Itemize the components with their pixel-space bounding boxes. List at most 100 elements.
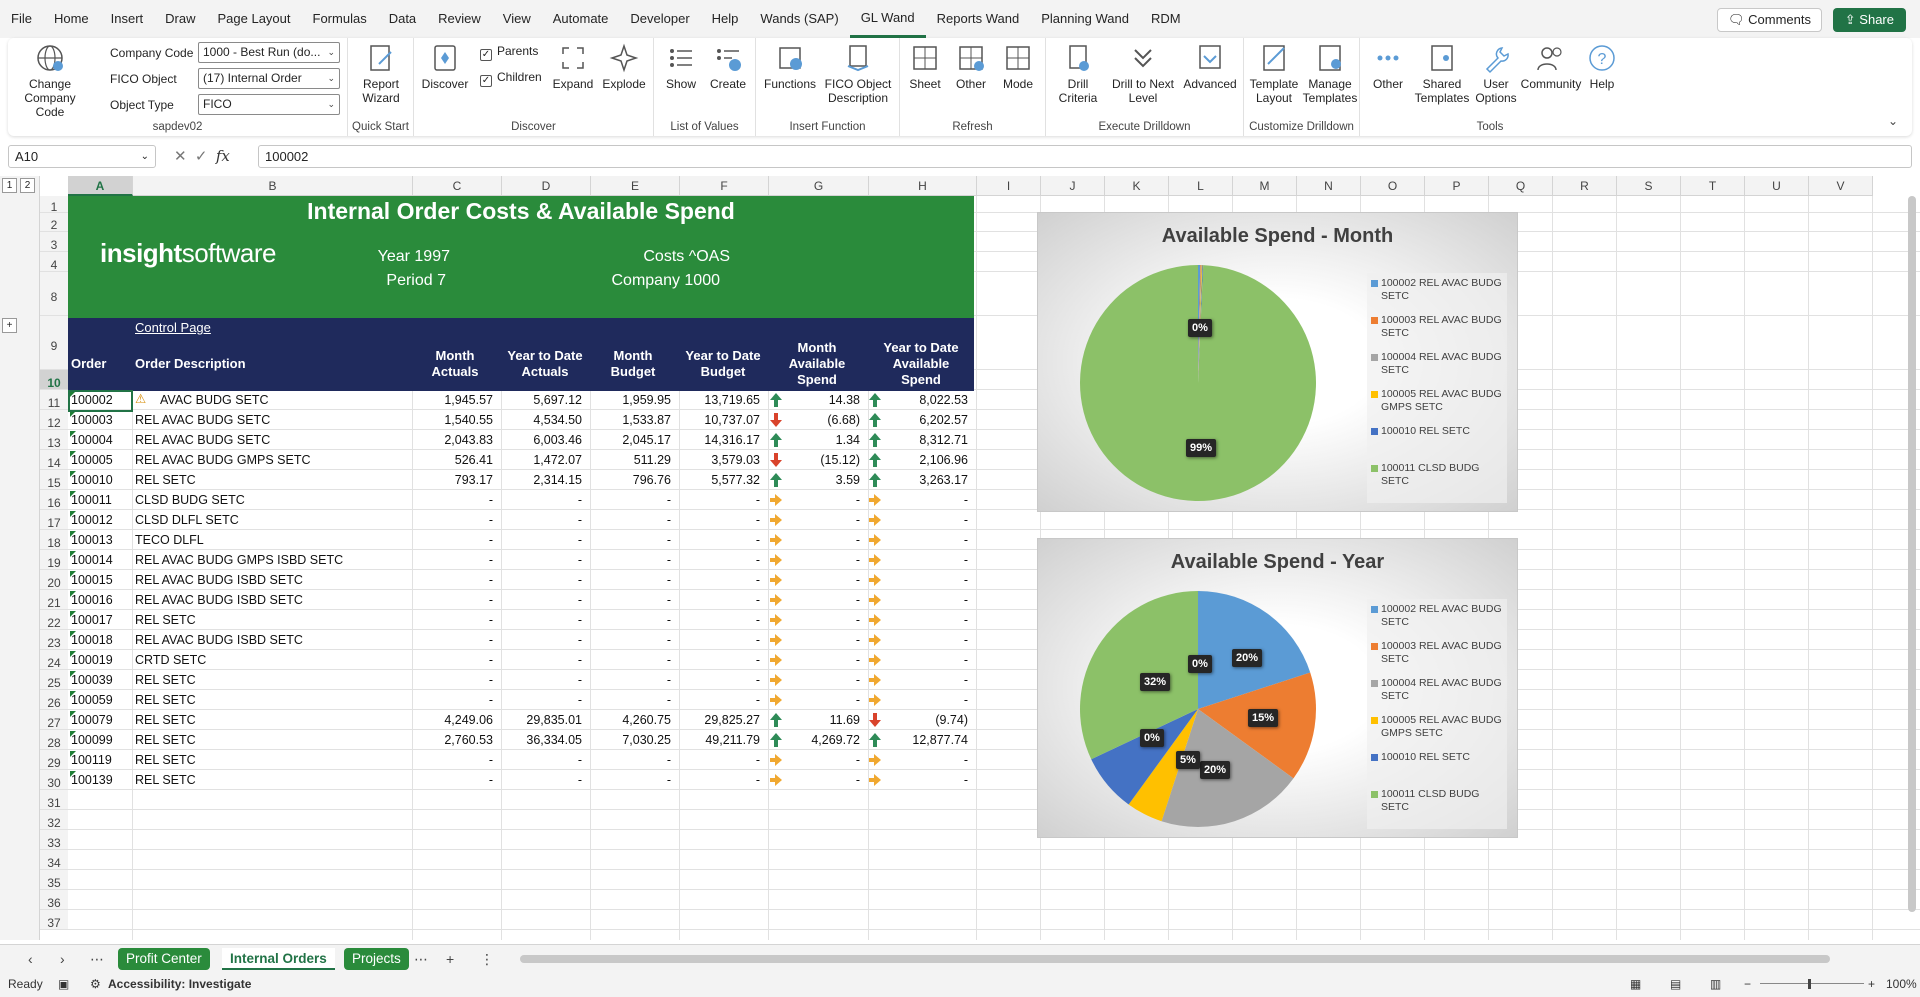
row-header-22[interactable]: 22 — [40, 610, 68, 630]
row-header-35[interactable]: 35 — [40, 870, 68, 890]
pie-slice[interactable] — [1080, 265, 1316, 501]
name-box[interactable]: A10 ⌄ — [8, 145, 156, 168]
row-header-21[interactable]: 21 — [40, 590, 68, 610]
zoom-thumb[interactable] — [1808, 979, 1811, 989]
menu-file[interactable]: File — [0, 0, 43, 38]
company-code-select[interactable]: 1000 - Best Run (do... ⌄ — [198, 42, 340, 63]
advanced-drill-button[interactable]: Advanced — [1178, 42, 1242, 91]
horizontal-scrollbar[interactable] — [520, 955, 1830, 963]
menu-help[interactable]: Help — [701, 0, 750, 38]
vertical-scrollbar[interactable] — [1908, 196, 1916, 912]
menu-rdm[interactable]: RDM — [1140, 0, 1192, 38]
functions-button[interactable]: Functions — [760, 42, 820, 91]
row-header-3[interactable]: 3 — [40, 232, 68, 252]
accessibility-status[interactable]: Accessibility: Investigate — [108, 977, 251, 991]
row-header-36[interactable]: 36 — [40, 890, 68, 910]
template-layout-button[interactable]: Template Layout — [1246, 42, 1302, 105]
create-button[interactable]: Create — [704, 42, 752, 91]
column-header-h[interactable]: H — [869, 176, 977, 196]
manage-templates-button[interactable]: Manage Templates — [1302, 42, 1358, 105]
children-checkbox[interactable]: ✓ Children — [480, 70, 542, 87]
menu-home[interactable]: Home — [43, 0, 100, 38]
zoom-level[interactable]: 100% — [1886, 977, 1917, 991]
outline-level-2[interactable]: 2 — [20, 178, 35, 193]
column-header-m[interactable]: M — [1233, 176, 1297, 196]
explode-button[interactable]: Explode — [598, 42, 650, 91]
user-options-button[interactable]: User Options — [1472, 42, 1520, 105]
row-header-8[interactable]: 8 — [40, 272, 68, 316]
change-company-code-button[interactable]: Change Company Code — [12, 42, 88, 119]
menu-draw[interactable]: Draw — [154, 0, 206, 38]
zoom-slider[interactable] — [1760, 983, 1864, 984]
menu-developer[interactable]: Developer — [619, 0, 700, 38]
row-header-37[interactable]: 37 — [40, 910, 68, 930]
menu-view[interactable]: View — [492, 0, 542, 38]
comments-button[interactable]: 🗨 Comments — [1717, 8, 1822, 32]
expand-outline-icon[interactable]: + — [2, 318, 17, 333]
row-header-17[interactable]: 17 — [40, 510, 68, 530]
share-button[interactable]: ⇪ Share — [1832, 8, 1906, 32]
row-header-16[interactable]: 16 — [40, 490, 68, 510]
zoom-out-icon[interactable]: − — [1744, 977, 1751, 991]
drill-criteria-button[interactable]: Drill Criteria — [1048, 42, 1108, 105]
column-header-b[interactable]: B — [133, 176, 413, 196]
expand-button[interactable]: Expand — [548, 42, 598, 91]
row-header-28[interactable]: 28 — [40, 730, 68, 750]
next-sheet-icon[interactable]: › — [60, 948, 65, 970]
more-sheets-icon[interactable]: ⋯ — [90, 948, 104, 970]
add-sheet-icon[interactable]: + — [446, 948, 454, 970]
column-header-g[interactable]: G — [769, 176, 869, 196]
row-header-31[interactable]: 31 — [40, 790, 68, 810]
help-button[interactable]: ? Help — [1582, 42, 1622, 91]
column-header-f[interactable]: F — [680, 176, 769, 196]
row-header-25[interactable]: 25 — [40, 670, 68, 690]
fx-icon[interactable]: fx — [216, 147, 230, 165]
row-header-13[interactable]: 13 — [40, 430, 68, 450]
control-page-link[interactable]: Control Page — [135, 320, 211, 335]
selected-cell-a10[interactable] — [68, 390, 133, 412]
menu-planning-wand[interactable]: Planning Wand — [1030, 0, 1140, 38]
row-header-23[interactable]: 23 — [40, 630, 68, 650]
row-header-12[interactable]: 12 — [40, 410, 68, 430]
column-header-l[interactable]: L — [1169, 176, 1233, 196]
row-header-11[interactable]: 11 — [40, 390, 68, 410]
menu-formulas[interactable]: Formulas — [302, 0, 378, 38]
menu-automate[interactable]: Automate — [542, 0, 620, 38]
column-header-n[interactable]: N — [1297, 176, 1361, 196]
row-header-18[interactable]: 18 — [40, 530, 68, 550]
macro-icon[interactable]: ▣ — [58, 977, 69, 991]
row-header-27[interactable]: 27 — [40, 710, 68, 730]
object-type-select[interactable]: FICO ⌄ — [198, 94, 340, 115]
row-header-2[interactable]: 2 — [40, 213, 68, 232]
report-wizard-button[interactable]: Report Wizard — [352, 42, 410, 105]
column-header-r[interactable]: R — [1553, 176, 1617, 196]
year-pie-chart[interactable]: Available Spend - Year 100002 REL AVAC B… — [1037, 538, 1518, 838]
row-header-15[interactable]: 15 — [40, 470, 68, 490]
month-pie-chart[interactable]: Available Spend - Month 100002 REL AVAC … — [1037, 212, 1518, 512]
column-header-j[interactable]: J — [1041, 176, 1105, 196]
row-header-1[interactable]: 1 — [40, 196, 68, 214]
drill-next-level-button[interactable]: Drill to Next Level — [1108, 42, 1178, 105]
tab-options-icon[interactable]: ⋮ — [480, 948, 494, 970]
menu-gl-wand[interactable]: GL Wand — [849, 0, 926, 38]
row-header-10[interactable]: 10 — [40, 370, 68, 390]
menu-insert[interactable]: Insert — [100, 0, 155, 38]
sheet-refresh-button[interactable]: Sheet — [902, 42, 948, 91]
fico-object-description-button[interactable]: FICO Object Description — [820, 42, 896, 105]
row-header-29[interactable]: 29 — [40, 750, 68, 770]
menu-wands-sap-[interactable]: Wands (SAP) — [749, 0, 849, 38]
accessibility-icon[interactable]: ⚙ — [90, 977, 101, 991]
row-header-24[interactable]: 24 — [40, 650, 68, 670]
collapse-ribbon-icon[interactable]: ⌄ — [1888, 114, 1898, 128]
sheet-tab-profit-center[interactable]: Profit Center — [118, 948, 210, 970]
row-header-20[interactable]: 20 — [40, 570, 68, 590]
page-break-icon[interactable]: ▥ — [1710, 977, 1721, 991]
row-header-30[interactable]: 30 — [40, 770, 68, 790]
zoom-in-icon[interactable]: + — [1868, 977, 1875, 991]
cancel-icon[interactable]: ✕ — [174, 148, 187, 165]
normal-view-icon[interactable]: ▦ — [1630, 977, 1641, 991]
fico-object-select[interactable]: (17) Internal Order ⌄ — [198, 68, 340, 89]
row-header-14[interactable]: 14 — [40, 450, 68, 470]
row-header-4[interactable]: 4 — [40, 252, 68, 272]
discover-button[interactable]: Discover — [418, 42, 472, 91]
